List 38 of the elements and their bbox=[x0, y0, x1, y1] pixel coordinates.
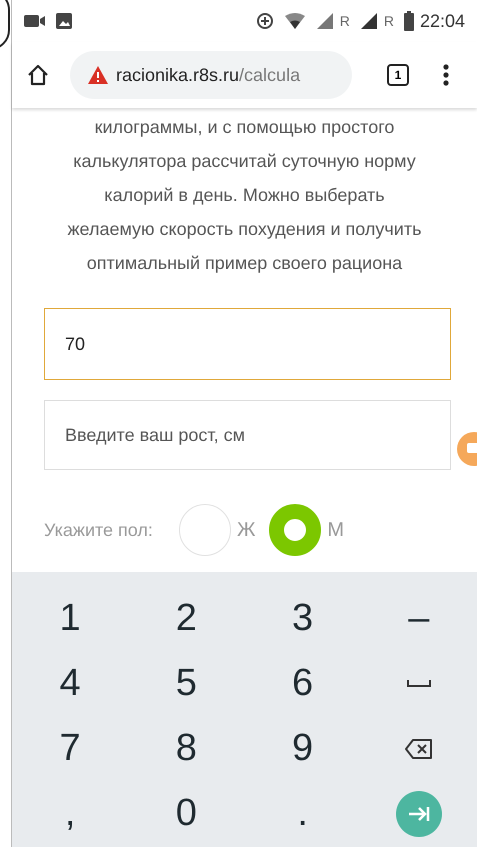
intro-paragraph: килограммы, и с помощью простого калькулятора рассчитай суточную норму калорий в день. Можно выберать желаемую скорость похудения и получить оптимальный пример своего рациона bbox=[68, 116, 422, 275]
space-icon bbox=[406, 678, 432, 688]
gender-label: Укажите пол: bbox=[44, 518, 153, 542]
keyboard-key[interactable]: 9 bbox=[244, 716, 361, 780]
weight-input[interactable]: 70 bbox=[44, 308, 451, 380]
home-icon[interactable] bbox=[26, 63, 50, 87]
video-camera-icon bbox=[24, 14, 46, 28]
keyboard-key[interactable]: 8 bbox=[128, 716, 244, 780]
roaming-label: R bbox=[384, 12, 394, 30]
keyboard-key[interactable]: 0 bbox=[128, 782, 244, 846]
keyboard-key[interactable]: 2 bbox=[128, 586, 244, 650]
gender-option-label: М bbox=[327, 518, 344, 543]
keyboard-key[interactable]: , bbox=[12, 782, 128, 846]
keyboard-key[interactable]: 1 bbox=[12, 586, 128, 650]
keyboard-key[interactable]: – bbox=[360, 586, 477, 650]
keyboard-key[interactable]: 3 bbox=[244, 586, 361, 650]
height-input[interactable]: Введите ваш рост, см bbox=[44, 400, 451, 470]
keyboard-key[interactable]: . bbox=[244, 782, 361, 846]
gender-option-label: Ж bbox=[236, 518, 256, 543]
keyboard-key[interactable]: 4 bbox=[12, 651, 128, 716]
signal-icon bbox=[360, 12, 378, 30]
tab-count-button[interactable]: 1 bbox=[387, 64, 409, 86]
keyboard-key[interactable]: 7 bbox=[12, 716, 128, 780]
address-bar[interactable]: racionika.r8s.ru/calcula bbox=[70, 51, 352, 99]
url-text: racionika.r8s.ru/calcula bbox=[116, 64, 300, 86]
chat-icon bbox=[467, 443, 477, 455]
backspace-icon bbox=[404, 736, 434, 760]
signal-icon bbox=[316, 12, 334, 30]
image-icon bbox=[56, 13, 72, 29]
roaming-label: R bbox=[340, 12, 350, 30]
data-saver-icon bbox=[256, 12, 274, 30]
keyboard-key[interactable]: 6 bbox=[244, 651, 361, 716]
status-time: 22:04 bbox=[420, 10, 465, 32]
battery-icon bbox=[404, 11, 414, 31]
more-menu-icon[interactable] bbox=[443, 64, 449, 86]
wifi-icon bbox=[284, 13, 306, 29]
keyboard-key[interactable]: 5 bbox=[128, 651, 244, 716]
tab-arrow-icon bbox=[406, 804, 431, 823]
